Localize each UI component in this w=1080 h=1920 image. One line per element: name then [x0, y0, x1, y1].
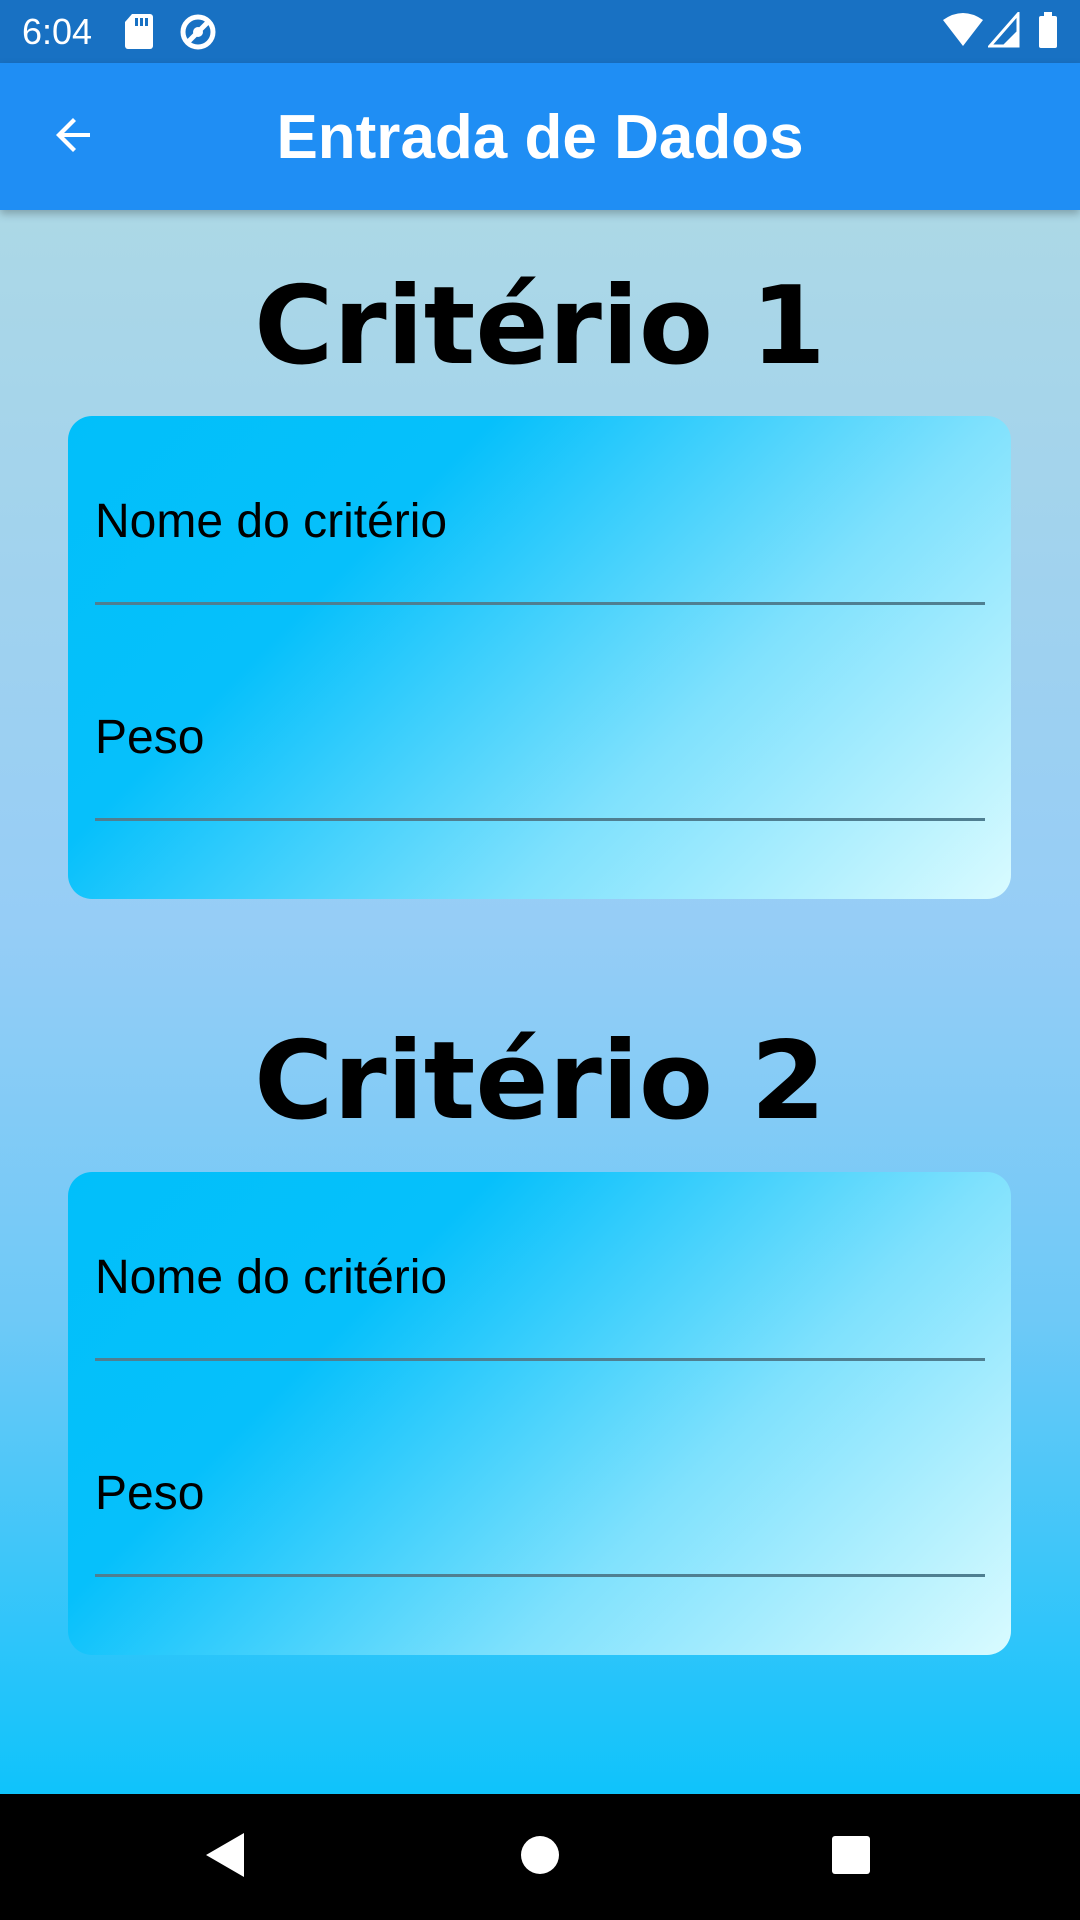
- criterio-2-weight-field[interactable]: Peso: [95, 1390, 985, 1577]
- cell-signal-icon: [986, 10, 1020, 50]
- nav-home-button[interactable]: [500, 1817, 580, 1897]
- nav-back-button[interactable]: [186, 1817, 266, 1897]
- recents-square-icon: [831, 1835, 871, 1880]
- system-nav-bar: [0, 1794, 1080, 1920]
- field-label: Nome do critério: [95, 1251, 448, 1304]
- main-content: Critério 1 Nome do critério Peso Critéri…: [0, 210, 1080, 1794]
- field-label: Peso: [95, 1467, 205, 1520]
- criterio-2-name-field[interactable]: Nome do critério: [95, 1208, 985, 1361]
- battery-icon: [1038, 12, 1058, 50]
- criterio-2-card: Nome do critério Peso: [68, 1172, 1011, 1655]
- criterio-1-name-field[interactable]: Nome do critério: [95, 452, 985, 605]
- home-circle-icon: [519, 1834, 561, 1881]
- data-saver-icon: [178, 12, 218, 50]
- page-title: Entrada de Dados: [276, 103, 804, 172]
- app-bar: Entrada de Dados: [0, 63, 1080, 210]
- back-triangle-icon: [204, 1831, 248, 1884]
- section-title-criterio-2: Critério 2: [254, 1019, 826, 1144]
- section-title-criterio-1: Critério 1: [254, 264, 826, 389]
- criterio-1-card: Nome do critério Peso: [68, 416, 1011, 899]
- status-time: 6:04: [22, 11, 93, 52]
- wifi-icon: [943, 12, 983, 50]
- status-bar: 6:04: [0, 0, 1080, 63]
- criterio-1-weight-field[interactable]: Peso: [95, 634, 985, 821]
- nav-recents-button[interactable]: [811, 1817, 891, 1897]
- field-label: Nome do critério: [95, 495, 448, 548]
- sd-card-icon: [124, 12, 154, 50]
- field-label: Peso: [95, 711, 205, 764]
